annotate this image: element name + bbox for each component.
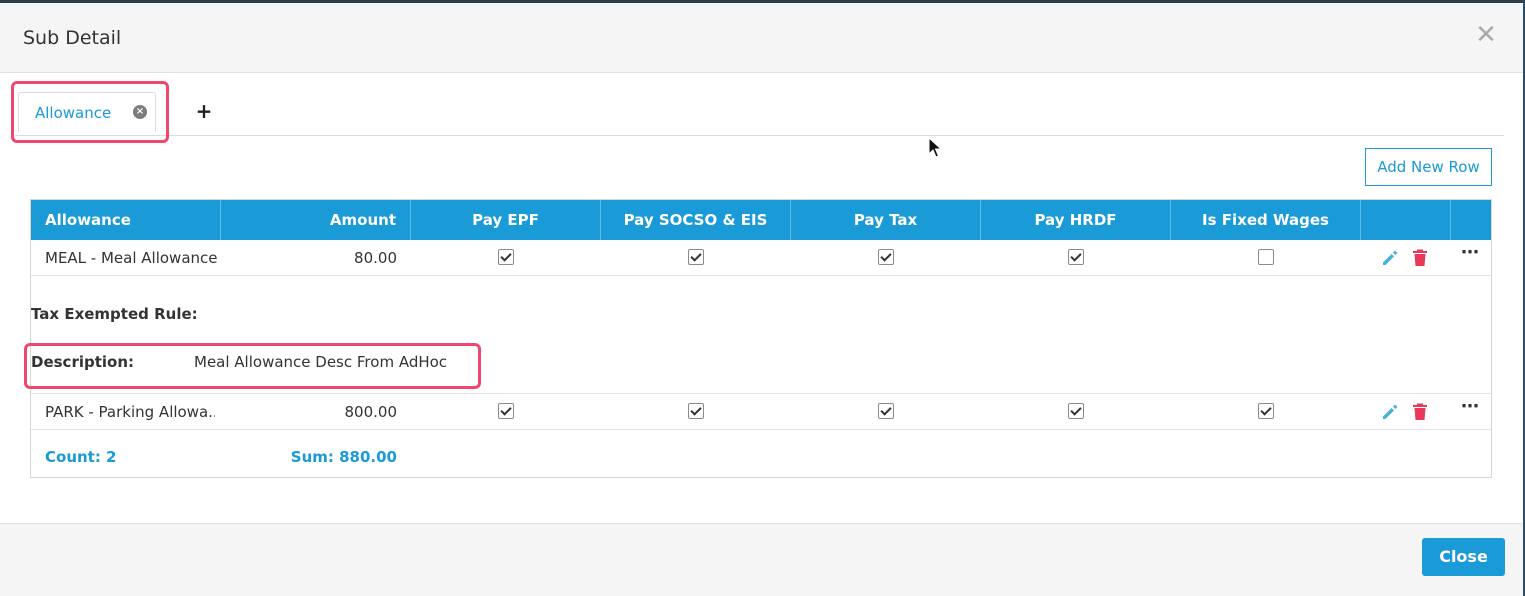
modal-footer xyxy=(0,523,1523,596)
tab-allowance-label: Allowance xyxy=(35,104,112,122)
column-header-allowance[interactable]: Allowance xyxy=(31,200,221,240)
column-header-is-fixed-wages[interactable]: Is Fixed Wages xyxy=(1171,200,1361,240)
description-label: Description: xyxy=(31,353,135,371)
table-row[interactable]: MEAL - Meal Allowance 80.00 ⋯ xyxy=(31,240,1491,276)
is-fixed-wages-checkbox[interactable] xyxy=(1258,249,1274,265)
column-header-pay-tax[interactable]: Pay Tax xyxy=(791,200,981,240)
cell-allowance: MEAL - Meal Allowance xyxy=(45,249,218,267)
description-value: Meal Allowance Desc From AdHoc xyxy=(194,353,448,371)
grid-count: Count: 2 xyxy=(45,448,117,466)
is-fixed-wages-checkbox[interactable] xyxy=(1258,403,1274,419)
grid-sum: Sum: 880.00 xyxy=(290,448,397,466)
pay-hrdf-checkbox[interactable] xyxy=(1068,249,1084,265)
column-header-pay-socso-eis[interactable]: Pay SOCSO & EIS xyxy=(601,200,791,240)
column-header-more xyxy=(1451,200,1491,240)
pay-tax-checkbox[interactable] xyxy=(878,403,894,419)
cell-amount: 80.00 xyxy=(354,249,397,267)
tab-bar-divider xyxy=(15,135,1504,136)
edit-pencil-icon[interactable] xyxy=(1381,403,1399,421)
edit-pencil-icon[interactable] xyxy=(1381,249,1399,267)
modal-title: Sub Detail xyxy=(23,27,122,49)
pay-socso-eis-checkbox[interactable] xyxy=(688,249,704,265)
tax-exempted-rule-label: Tax Exempted Rule: xyxy=(31,305,198,323)
column-header-amount[interactable]: Amount xyxy=(221,200,411,240)
row-detail-panel: Tax Exempted Rule: Description: Meal All… xyxy=(31,276,1491,394)
mouse-pointer-icon xyxy=(928,137,942,158)
add-new-row-button[interactable]: Add New Row xyxy=(1365,148,1492,186)
close-button[interactable]: Close xyxy=(1422,538,1505,576)
grid-header: Allowance Amount Pay EPF Pay SOCSO & EIS… xyxy=(31,200,1491,240)
delete-trash-icon[interactable] xyxy=(1412,403,1428,421)
more-options-icon[interactable]: ⋯ xyxy=(1461,398,1480,416)
table-row[interactable]: PARK - Parking Allowa... 800.00 ⋯ xyxy=(31,394,1491,430)
pay-tax-checkbox[interactable] xyxy=(878,249,894,265)
add-tab-icon[interactable]: + xyxy=(194,100,214,122)
allowance-grid: Allowance Amount Pay EPF Pay SOCSO & EIS… xyxy=(30,199,1492,478)
column-header-pay-epf[interactable]: Pay EPF xyxy=(411,200,601,240)
tab-allowance[interactable]: Allowance × xyxy=(18,92,156,132)
close-icon[interactable]: ✕ xyxy=(1474,22,1498,48)
tab-close-icon[interactable]: × xyxy=(133,105,147,119)
cell-amount: 800.00 xyxy=(344,403,398,421)
pay-socso-eis-checkbox[interactable] xyxy=(688,403,704,419)
more-options-icon[interactable]: ⋯ xyxy=(1461,244,1480,262)
column-header-pay-hrdf[interactable]: Pay HRDF xyxy=(981,200,1171,240)
column-header-actions xyxy=(1361,200,1451,240)
modal-header: Sub Detail ✕ xyxy=(0,3,1523,73)
delete-trash-icon[interactable] xyxy=(1412,249,1428,267)
sub-detail-modal: Sub Detail ✕ Allowance × + Add New Row A… xyxy=(0,3,1523,596)
pay-epf-checkbox[interactable] xyxy=(498,403,514,419)
cell-allowance: PARK - Parking Allowa... xyxy=(45,403,215,421)
pay-epf-checkbox[interactable] xyxy=(498,249,514,265)
pay-hrdf-checkbox[interactable] xyxy=(1068,403,1084,419)
